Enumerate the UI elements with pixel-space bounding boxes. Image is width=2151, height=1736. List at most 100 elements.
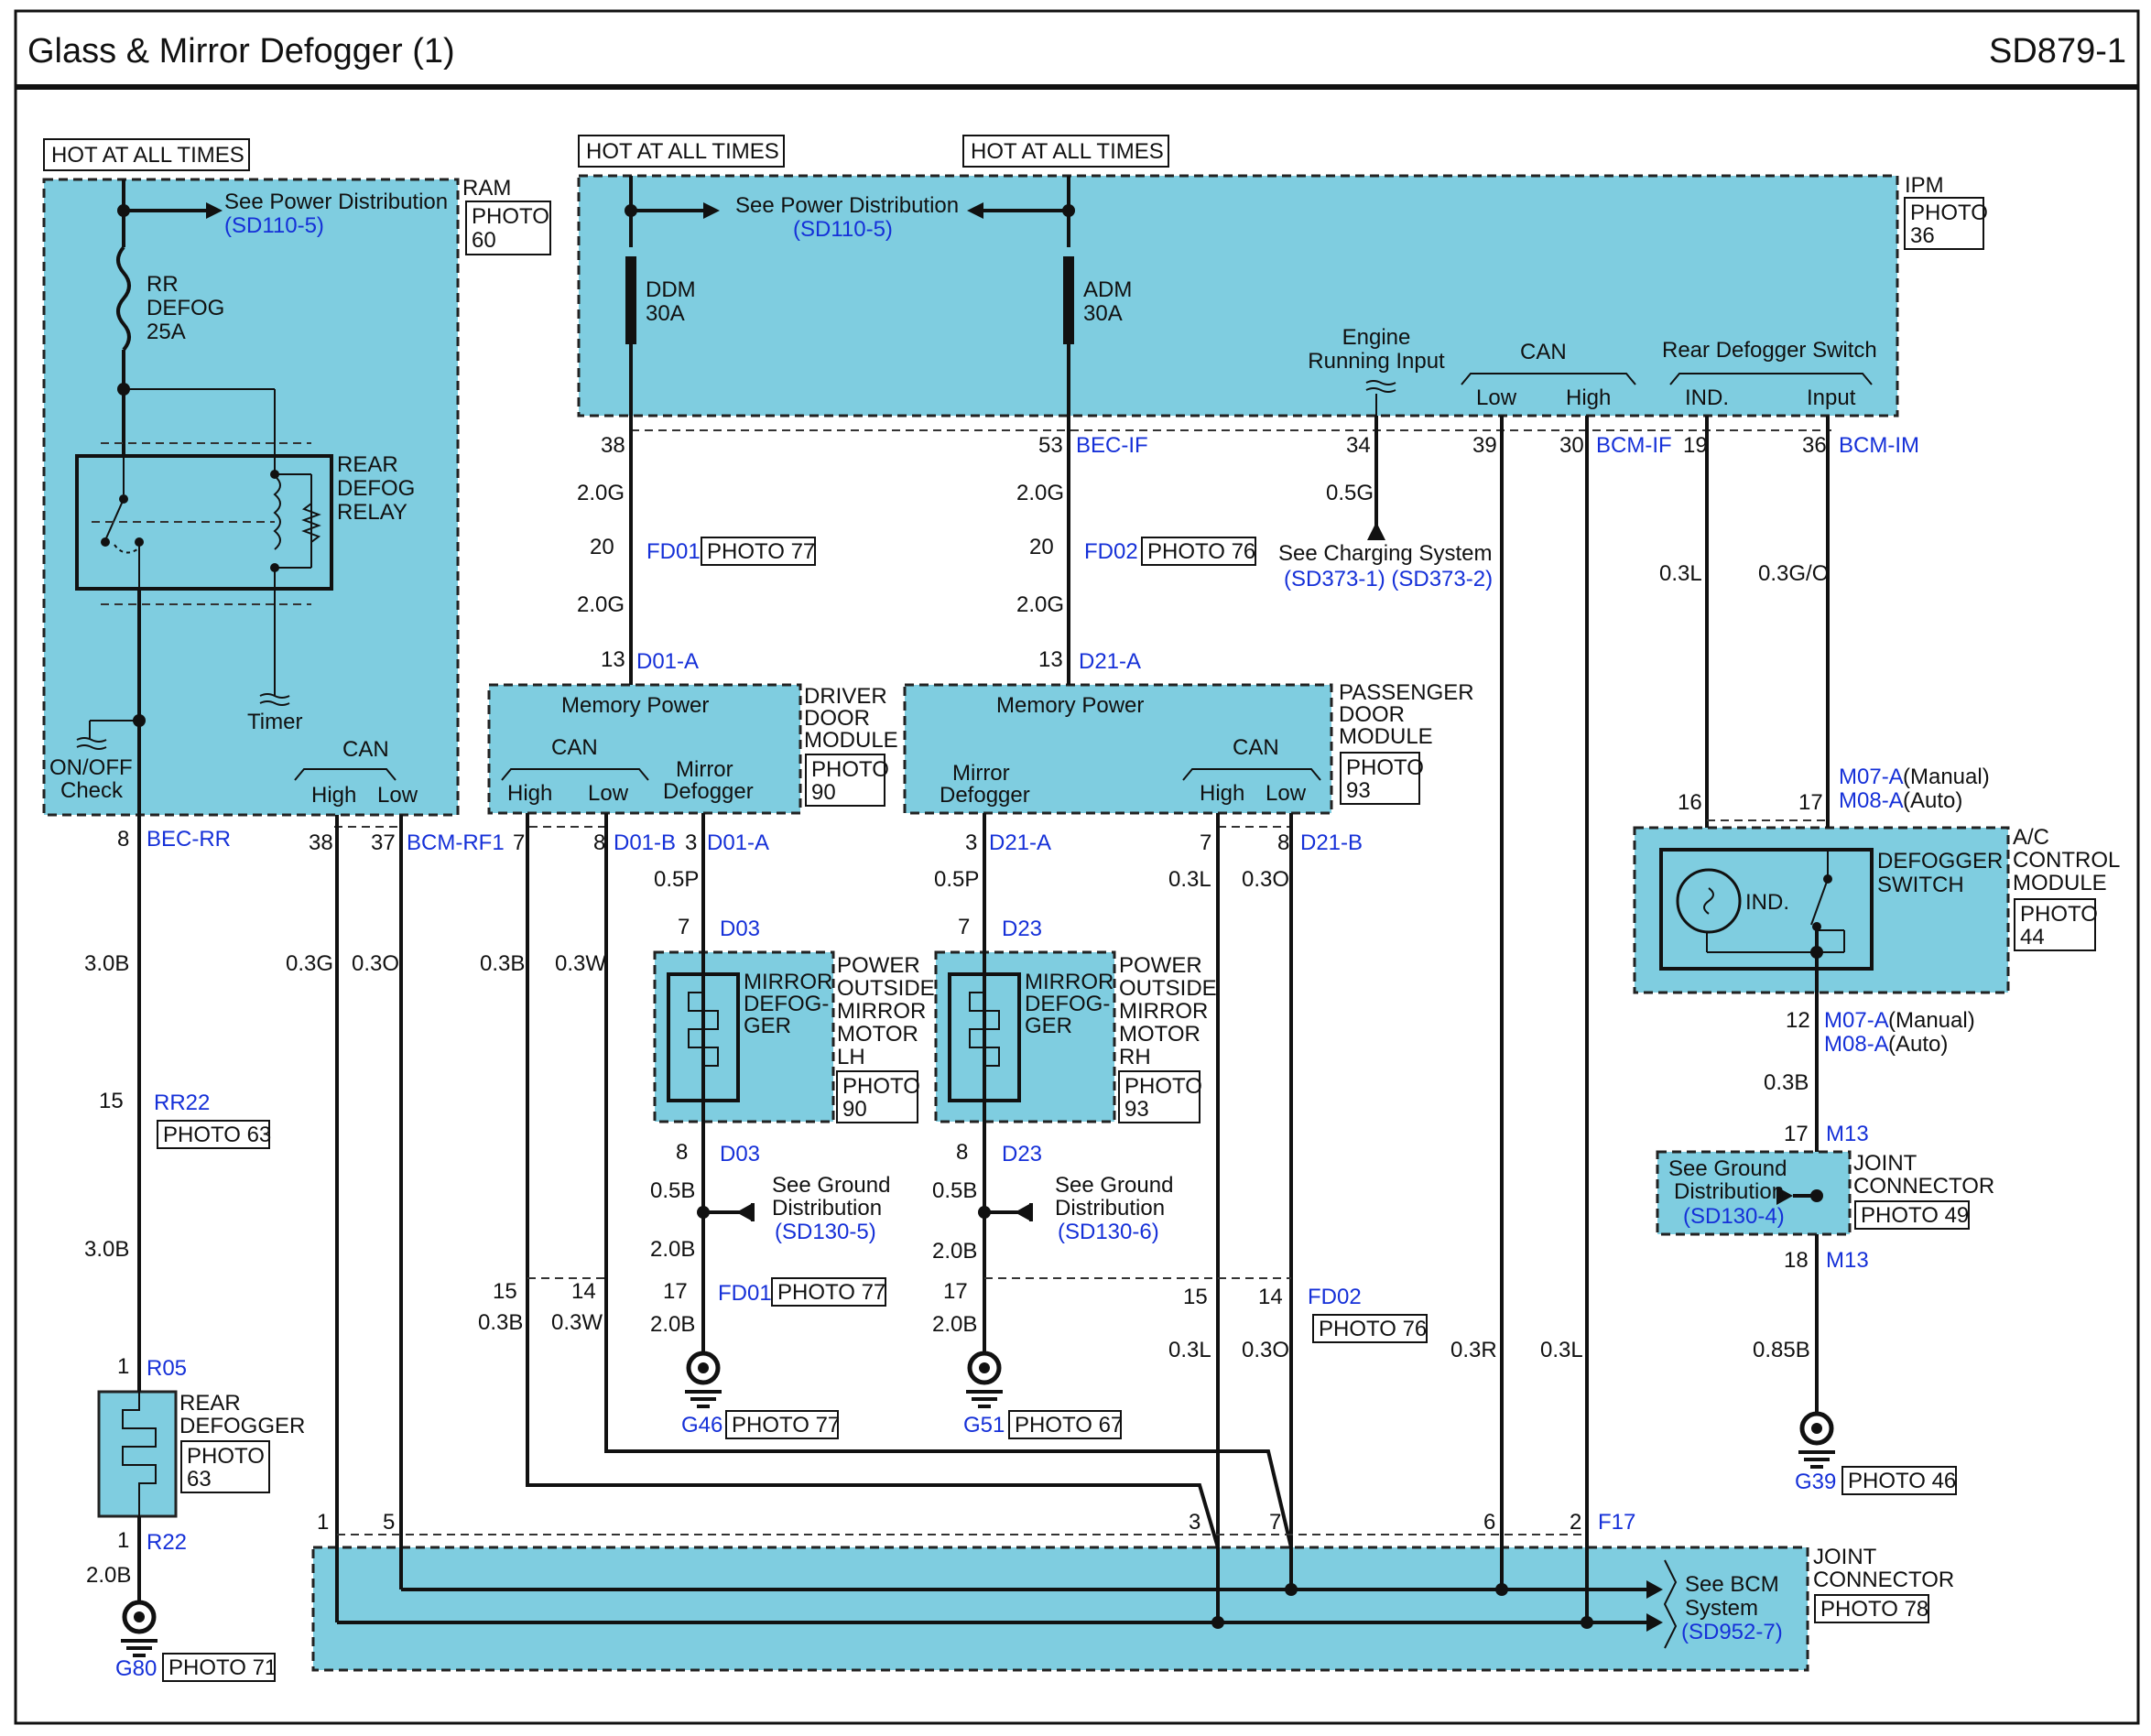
pin-15-fd01: 15 (493, 1279, 517, 1304)
adm-label-2: 30A (1083, 301, 1123, 326)
relay-label-1: REAR (337, 452, 398, 477)
pin-17-fd01: 17 (663, 1279, 688, 1304)
pin-36: 36 (1802, 433, 1827, 458)
conn-d01a-top[interactable]: D01-A (636, 649, 699, 674)
ddm-mirror-1: Mirror (676, 757, 733, 782)
pin-38: 38 (601, 433, 625, 458)
mirror-lh-label-2: DEFOG- (744, 992, 829, 1016)
pin-7-ddm: 7 (513, 830, 525, 855)
lh-desc-4: MOTOR (837, 1022, 918, 1047)
ram-low-label: Low (377, 783, 418, 808)
pin-30: 30 (1559, 433, 1584, 458)
pin-7-lh: 7 (678, 915, 690, 939)
pin-7-jc: 7 (1269, 1510, 1281, 1535)
ipm-photo-2: 36 (1910, 223, 1935, 248)
ipm-low-label: Low (1476, 385, 1517, 410)
sd110-ipm-link[interactable]: (SD110-5) (793, 217, 893, 242)
conn-bcm-rf1[interactable]: BCM-RF1 (407, 830, 505, 855)
photo77-text: PHOTO 77 (707, 539, 815, 564)
conn-bec-rr[interactable]: BEC-RR (147, 827, 231, 852)
pdm-mirror-1: Mirror (952, 761, 1010, 786)
conn-r22[interactable]: R22 (147, 1530, 187, 1555)
sd130-6-link[interactable]: (SD130-6) (1058, 1220, 1159, 1244)
conn-m08-top[interactable]: M08-A (1839, 788, 1904, 813)
lh-photo-2: 90 (842, 1097, 867, 1122)
conn-m13-bot[interactable]: M13 (1826, 1248, 1869, 1273)
rh-desc-1: POWER (1119, 953, 1202, 978)
wire-03w-lower: 0.3W (551, 1310, 603, 1335)
see-power-ipm: See Power Distribution (735, 193, 959, 218)
conn-bcm-im[interactable]: BCM-IM (1839, 433, 1919, 458)
wire-30b-b: 3.0B (84, 1237, 129, 1262)
conn-d21a-top[interactable]: D21-A (1079, 649, 1141, 674)
ground-g80[interactable]: G80 (115, 1656, 157, 1681)
wire-03b-lower: 0.3B (478, 1310, 523, 1335)
pin-6-jc: 6 (1483, 1510, 1495, 1535)
wire-03l-ind: 0.3L (1659, 561, 1702, 586)
sd110-ram-link[interactable]: (SD110-5) (224, 213, 324, 238)
page-title: Glass & Mirror Defogger (1) (27, 32, 455, 71)
conn-d21a[interactable]: D21-A (989, 830, 1051, 855)
conn-d21b[interactable]: D21-B (1300, 830, 1363, 855)
wire-03b-acm: 0.3B (1764, 1070, 1809, 1095)
pin-12: 12 (1786, 1008, 1810, 1033)
conn-d01a[interactable]: D01-A (707, 830, 769, 855)
ground-g51[interactable]: G51 (963, 1413, 1005, 1438)
acm-photo-1: PHOTO (2020, 902, 2098, 927)
conn-d03-top[interactable]: D03 (720, 917, 760, 941)
ram-can-label: CAN (342, 737, 389, 762)
pin-5-jc: 5 (383, 1510, 395, 1535)
conn-d03-bot[interactable]: D03 (720, 1142, 760, 1166)
sd952-link[interactable]: (SD952-7) (1681, 1620, 1783, 1644)
wire-03go: 0.3G/O (1758, 561, 1829, 586)
fuse-label-3: 25A (147, 320, 186, 344)
see-ground-rh-1: See Ground (1055, 1173, 1173, 1198)
rh-desc-4: MOTOR (1119, 1022, 1200, 1047)
wire-03r: 0.3R (1450, 1338, 1497, 1362)
rear-defogger-photo-1: PHOTO (187, 1444, 265, 1469)
wire-05p-a: 0.5P (654, 867, 699, 892)
conn-bec-if[interactable]: BEC-IF (1076, 433, 1148, 458)
pin-8-rh: 8 (956, 1140, 968, 1165)
wire-03o: 0.3O (352, 951, 399, 976)
conn-fd01[interactable]: FD01 (646, 539, 701, 564)
conn-m07-top[interactable]: M07-A (1839, 765, 1904, 789)
conn-m13-top[interactable]: M13 (1826, 1122, 1869, 1146)
fuse-label-2: DEFOG (147, 296, 224, 320)
conn-d23-bot[interactable]: D23 (1002, 1142, 1042, 1166)
pin-14-fd02: 14 (1258, 1285, 1283, 1309)
sd130-4-link[interactable]: (SD130-4) (1683, 1204, 1785, 1229)
conn-d23-top[interactable]: D23 (1002, 917, 1042, 941)
ground-g39[interactable]: G39 (1795, 1470, 1836, 1494)
sd130-5-link[interactable]: (SD130-5) (775, 1220, 876, 1244)
conn-fd01-lower[interactable]: FD01 (718, 1281, 772, 1306)
ground-g46[interactable]: G46 (681, 1413, 722, 1438)
pin-18: 18 (1784, 1248, 1809, 1273)
sd373-link[interactable]: (SD373-1) (SD373-2) (1284, 567, 1493, 591)
wire-05b-lh: 0.5B (650, 1178, 695, 1203)
pin-3-jc: 3 (1189, 1510, 1200, 1535)
defogger-switch-1: DEFOGGER (1877, 849, 2003, 873)
conn-rr22[interactable]: RR22 (154, 1090, 210, 1115)
conn-d01b[interactable]: D01-B (614, 830, 676, 855)
jc-m13-1: JOINT (1853, 1151, 1917, 1176)
pin-14-fd01: 14 (571, 1279, 596, 1304)
conn-fd02-lower[interactable]: FD02 (1308, 1285, 1362, 1309)
conn-r05[interactable]: R05 (147, 1356, 187, 1381)
acm-name-1: A/C (2013, 825, 2049, 850)
see-ground-lh-2: Distribution (772, 1196, 882, 1221)
conn-m07-bot[interactable]: M07-A (1824, 1008, 1889, 1033)
conn-bcm-if[interactable]: BCM-IF (1596, 433, 1672, 458)
pdm-low: Low (1266, 781, 1307, 806)
ddm-high: High (507, 781, 552, 806)
timer-label: Timer (247, 710, 302, 734)
pin-13a: 13 (601, 647, 625, 672)
conn-m08-bot[interactable]: M08-A (1824, 1032, 1889, 1057)
conn-fd02[interactable]: FD02 (1084, 539, 1138, 564)
ddm-name-3: MODULE (804, 728, 898, 753)
ipm-name: IPM (1905, 173, 1944, 198)
conn-f17[interactable]: F17 (1598, 1510, 1635, 1535)
photo71-text: PHOTO 71 (168, 1655, 277, 1680)
pin-34: 34 (1346, 433, 1371, 458)
acm-photo-2: 44 (2020, 925, 2045, 949)
